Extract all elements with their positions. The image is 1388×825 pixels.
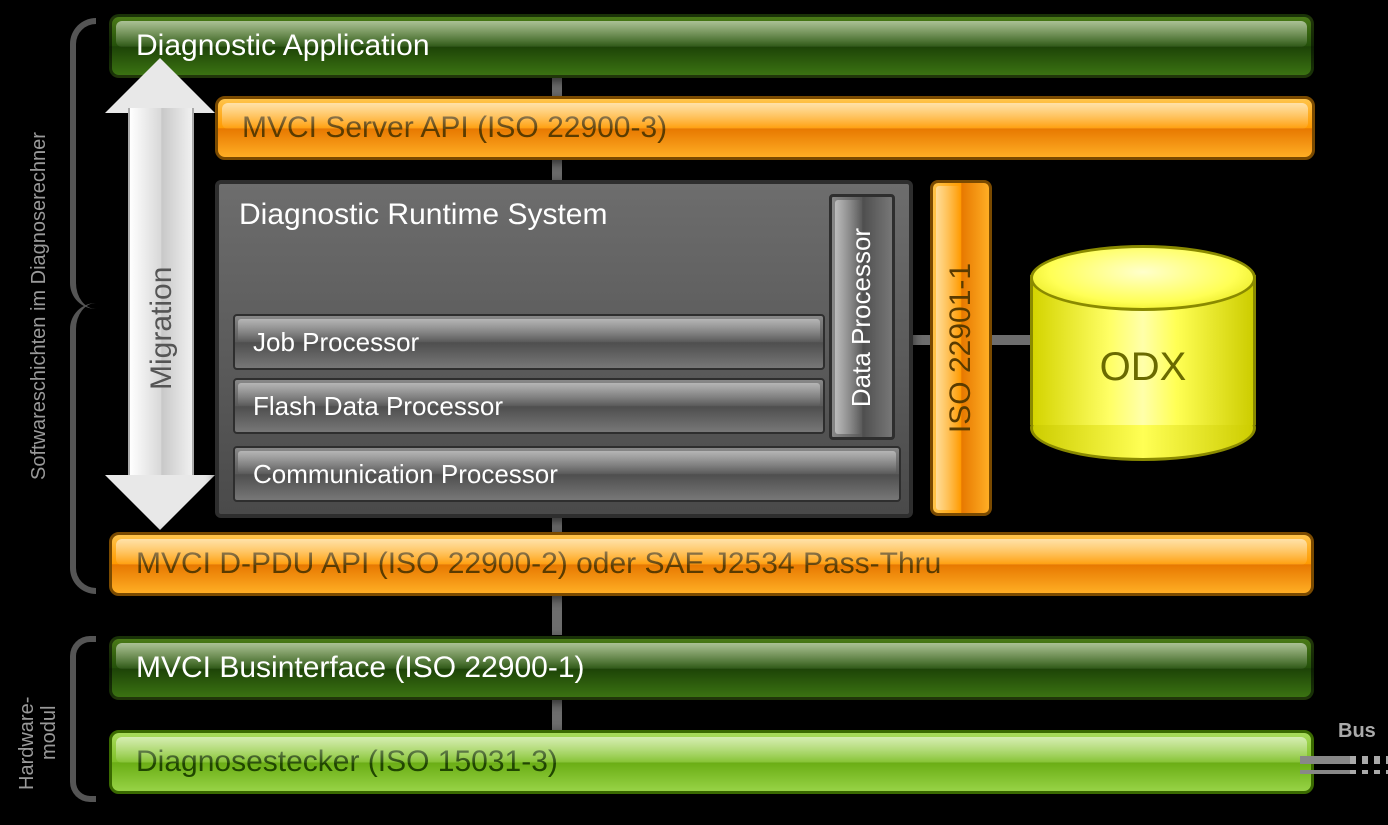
layer-mvci-server-api: MVCI Server API (ISO 22900-3) — [215, 96, 1315, 160]
layer-mvci-dpdu-api: MVCI D-PDU API (ISO 22900-2) oder SAE J2… — [109, 532, 1314, 596]
bus-line-dashed-icon — [1350, 756, 1388, 764]
panel-diagnostic-runtime-system: Diagnostic Runtime System Job Processor … — [215, 180, 913, 518]
label-migration: Migration — [145, 267, 179, 390]
arrow-migration-up-icon — [105, 58, 215, 113]
connector-v4 — [552, 595, 562, 635]
label-software-layers: Softwareschichten im Diagnoserechner — [28, 132, 51, 480]
arrow-migration-down-icon — [105, 475, 215, 530]
label-hardware-module-2: modul — [38, 706, 61, 760]
block-label: ISO 22901-1 — [944, 263, 978, 433]
layer-label: MVCI Businterface (ISO 22900-1) — [136, 651, 585, 685]
bus-line-2-icon — [1300, 770, 1350, 774]
block-job-processor: Job Processor — [233, 314, 825, 370]
bus-line-icon — [1300, 756, 1350, 764]
connector-v5 — [552, 700, 562, 730]
block-label: Flash Data Processor — [253, 391, 503, 422]
cylinder-label: ODX — [1030, 345, 1256, 390]
label-hardware-module-1: Hardware- — [16, 697, 39, 790]
layer-mvci-businterface: MVCI Businterface (ISO 22900-1) — [109, 636, 1314, 700]
brace-software-bottom — [70, 303, 96, 594]
block-communication-processor: Communication Processor — [233, 446, 901, 502]
block-iso-22901-1: ISO 22901-1 — [930, 180, 992, 516]
layer-label: MVCI Server API (ISO 22900-3) — [242, 111, 667, 145]
brace-hardware-bottom — [70, 716, 96, 802]
cylinder-odx: ODX — [1030, 245, 1250, 445]
label-bus: Bus — [1338, 720, 1376, 743]
block-data-processor: Data Processor — [829, 194, 895, 440]
brace-hardware-top — [70, 636, 96, 722]
layer-label: Diagnosestecker (ISO 15031-3) — [136, 745, 558, 779]
layer-diagnosestecker: Diagnosestecker (ISO 15031-3) — [109, 730, 1314, 794]
brace-software-top — [70, 18, 96, 309]
bus-line-2-dashed-icon — [1350, 770, 1388, 774]
block-label: Data Processor — [847, 227, 878, 406]
layer-diagnostic-application: Diagnostic Application — [109, 14, 1314, 78]
block-label: Job Processor — [253, 327, 419, 358]
layer-label: MVCI D-PDU API (ISO 22900-2) oder SAE J2… — [136, 547, 941, 581]
block-flash-data-processor: Flash Data Processor — [233, 378, 825, 434]
panel-title: Diagnostic Runtime System — [239, 198, 607, 232]
block-label: Communication Processor — [253, 459, 558, 490]
